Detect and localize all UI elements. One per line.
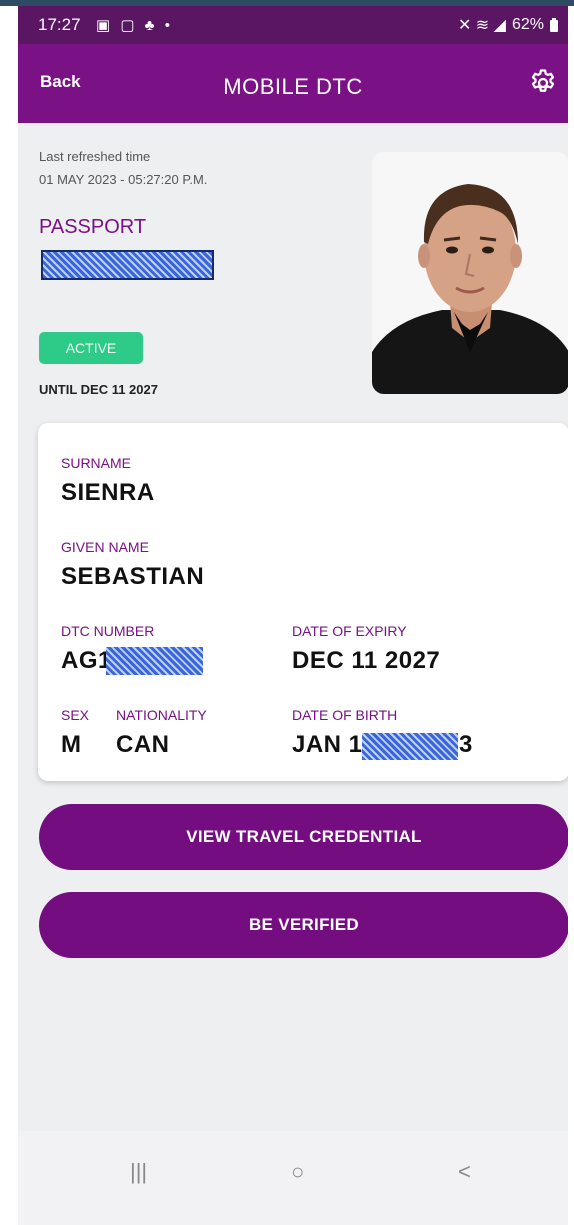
app-bar: Back MOBILE DTC	[18, 44, 568, 123]
date-of-expiry-label: DATE OF EXPIRY	[292, 623, 407, 639]
holder-photo	[372, 152, 568, 394]
view-travel-credential-button[interactable]: VIEW TRAVEL CREDENTIAL	[39, 804, 568, 870]
surname-label: SURNAME	[61, 455, 132, 471]
document-number-redacted	[41, 250, 214, 280]
given-name-label: GIVEN NAME	[61, 539, 149, 555]
dtc-number-label: DTC NUMBER	[61, 623, 155, 639]
page-title: MOBILE DTC	[223, 74, 363, 99]
battery-icon	[550, 18, 558, 32]
dtc-number-value: AG1	[61, 647, 112, 674]
phone-screen: 17:27 ▣ ▢ ♣ • ✕ ≋ ◢ 62% Back MOBILE DTC …	[18, 6, 568, 1225]
sex-label: SEX	[61, 707, 90, 723]
dtc-number-redaction	[106, 647, 203, 675]
valid-until: UNTIL DEC 11 2027	[39, 382, 158, 397]
back-icon[interactable]: <	[458, 1159, 471, 1185]
nationality-label: NATIONALITY	[116, 707, 207, 723]
be-verified-button[interactable]: BE VERIFIED	[39, 892, 568, 958]
gear-icon[interactable]	[528, 68, 558, 98]
home-icon[interactable]: ○	[291, 1159, 304, 1185]
date-of-expiry-value: DEC 11 2027	[292, 647, 441, 674]
credential-card: SURNAME SIENRA GIVEN NAME SEBASTIAN DTC …	[38, 423, 568, 781]
battery-level: 62%	[511, 16, 544, 33]
system-status: ✕ ≋ ◢ 62%	[458, 15, 558, 35]
signal-icons: ✕ ≋ ◢	[457, 17, 506, 34]
nationality-value: CAN	[116, 731, 170, 758]
last-refreshed-label: Last refreshed time	[39, 149, 151, 164]
date-of-birth-value-start: JAN 1	[292, 731, 363, 758]
document-type: PASSPORT	[39, 216, 147, 238]
status-bar: 17:27 ▣ ▢ ♣ • ✕ ≋ ◢ 62%	[18, 6, 568, 44]
holder-portrait-image	[372, 152, 568, 394]
screenshot-border-right	[568, 6, 574, 1225]
screenshot-border-left	[0, 0, 18, 1225]
date-of-birth-value-end: 3	[459, 731, 473, 758]
date-of-birth-redaction	[362, 733, 458, 760]
status-time: 17:27	[38, 15, 81, 34]
status-badge: ACTIVE	[39, 332, 143, 364]
date-of-birth-label: DATE OF BIRTH	[292, 707, 398, 723]
android-nav-bar: ||| ○ <	[18, 1131, 568, 1225]
given-name-value: SEBASTIAN	[61, 563, 205, 590]
surname-value: SIENRA	[61, 479, 155, 506]
last-refreshed-value: 01 MAY 2023 - 05:27:20 P.M.	[39, 172, 208, 187]
recents-icon[interactable]: |||	[130, 1159, 147, 1185]
sex-value: M	[61, 731, 82, 758]
notification-icons: ▣ ▢ ♣ •	[96, 17, 173, 34]
